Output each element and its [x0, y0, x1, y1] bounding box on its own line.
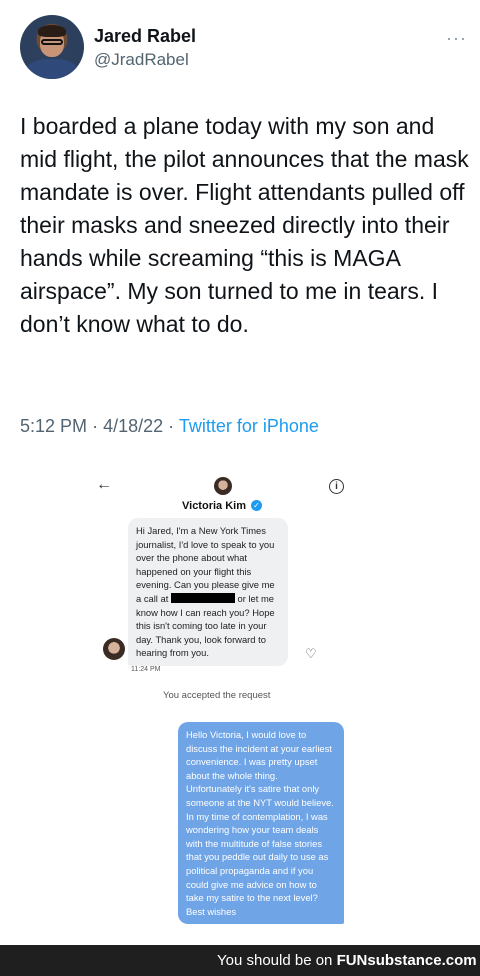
tweet-date[interactable]: 4/18/22 — [103, 416, 163, 436]
contact-name[interactable]: Victoria Kim — [182, 500, 246, 512]
tweet-source[interactable]: Twitter for iPhone — [179, 416, 319, 436]
request-accepted-notice: You accepted the request — [163, 690, 271, 701]
tweet-text: I boarded a plane today with my son and … — [20, 113, 469, 337]
back-arrow-icon[interactable]: ← — [96, 476, 112, 494]
author-name[interactable]: Jared Rabel — [94, 26, 196, 47]
watermark-brand[interactable]: FUNsubstance.com — [337, 952, 477, 969]
watermark-text: You should be on FUNsubstance.com — [217, 952, 477, 969]
avatar-hair — [38, 25, 66, 37]
heart-plus-icon[interactable]: ♡ — [305, 646, 317, 662]
ellipsis-icon[interactable]: ··· — [446, 28, 467, 49]
author-avatar[interactable] — [20, 15, 84, 79]
meta-separator: · — [168, 416, 175, 436]
redaction-bar — [170, 592, 235, 603]
info-icon[interactable]: i — [329, 479, 344, 494]
avatar-glasses — [41, 39, 63, 45]
meta-separator: · — [92, 416, 99, 436]
author-handle[interactable]: @JradRabel — [94, 50, 189, 70]
sender-avatar[interactable] — [103, 638, 125, 660]
tweet-meta: 5:12 PM · 4/18/22 · Twitter for iPhone — [20, 416, 319, 437]
contact-avatar[interactable] — [214, 477, 232, 495]
tweet-time[interactable]: 5:12 PM — [20, 416, 87, 436]
avatar-shirt — [26, 59, 78, 79]
incoming-message-bubble[interactable]: Hi Jared, I'm a New York Times journalis… — [128, 518, 288, 666]
verified-badge-icon: ✓ — [251, 500, 262, 511]
incoming-time: 11:24 PM — [131, 666, 161, 673]
watermark-prefix: You should be on — [217, 952, 333, 969]
outgoing-message-bubble[interactable]: Hello Victoria, I would love to discuss … — [178, 722, 344, 925]
